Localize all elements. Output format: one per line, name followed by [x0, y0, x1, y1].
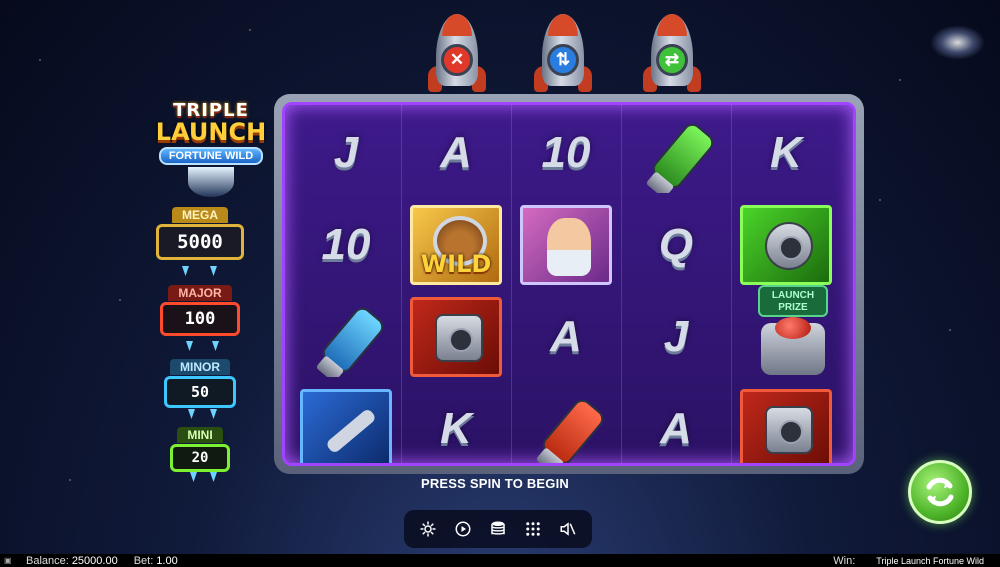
- wild-dog-astronaut-icon: WILD: [401, 199, 511, 291]
- bet-stack-icon[interactable]: [485, 516, 511, 542]
- rocket-flame-icon: [188, 167, 234, 197]
- spark-icon: [186, 341, 193, 351]
- jackpot-major-value: 100: [160, 302, 240, 336]
- reel-cell-letter: A: [440, 128, 472, 177]
- reel-cell-letter: Q: [658, 220, 694, 269]
- jackpot-mini-value: 20: [170, 444, 230, 472]
- jackpot-mini: MINI 20: [170, 426, 230, 472]
- spark-icon: [210, 472, 217, 482]
- spark-icon: [182, 266, 189, 276]
- game-logo: TRIPLE LAUNCH FORTUNE WILD: [152, 90, 270, 202]
- jackpot-mega-label: MEGA: [172, 207, 228, 223]
- red-button-icon: [761, 317, 825, 375]
- reel-cell-letter: 10: [321, 220, 371, 269]
- rocket-red-icon: ✕: [428, 14, 486, 94]
- bet-display: Bet: 1.00: [134, 555, 178, 567]
- jackpot-major: MAJOR 100: [160, 284, 240, 336]
- red-detonator-icon: [401, 291, 511, 383]
- sound-muted-icon[interactable]: [555, 516, 581, 542]
- spark-icon: [212, 341, 219, 351]
- reel-frame: J A 10 K 10 WILD Q A J K A LAUNCH PRIZE: [274, 94, 864, 474]
- cross-icon: ✕: [441, 44, 473, 76]
- blue-wrench-icon: [291, 383, 401, 463]
- settings-icon[interactable]: [415, 516, 441, 542]
- reel-cell-letter: 10: [541, 128, 591, 177]
- balance-label: Balance:: [26, 554, 69, 567]
- jackpot-mega-value: 5000: [156, 224, 244, 260]
- rocket-green-icon: ⇄: [643, 14, 701, 94]
- spark-icon: [188, 409, 195, 419]
- horizontal-arrows-icon: ⇄: [656, 44, 688, 76]
- reel-grid: J A 10 K 10 WILD Q A J K A LAUNCH PRIZE: [282, 102, 856, 466]
- bet-value: 1.00: [156, 554, 178, 567]
- jackpot-minor-value: 50: [164, 376, 236, 408]
- reel-cell-letter: K: [440, 404, 472, 453]
- reel-cell-letter: A: [660, 404, 692, 453]
- red-detonator-icon: [731, 383, 841, 463]
- blue-battery-icon: [291, 291, 401, 383]
- red-battery-icon: [511, 383, 621, 463]
- spin-prompt: PRESS SPIN TO BEGIN: [420, 476, 570, 491]
- provider-logo-icon: ▣: [4, 556, 12, 565]
- vertical-arrows-icon: ⇅: [547, 44, 579, 76]
- spin-button[interactable]: [908, 460, 972, 524]
- green-engine-icon: [731, 199, 841, 291]
- scientist-icon: [511, 199, 621, 291]
- launch-prize-label: LAUNCH PRIZE: [758, 285, 828, 317]
- rocket-blue-icon: ⇅: [534, 14, 592, 94]
- reel-cell-letter: J: [663, 312, 689, 361]
- bet-label: Bet:: [133, 554, 154, 567]
- balance-display: Balance: 25000.00: [26, 555, 118, 567]
- reel-cell-letter: A: [550, 312, 582, 361]
- jackpot-major-label: MAJOR: [168, 285, 232, 301]
- spark-icon: [210, 266, 217, 276]
- control-bar: [404, 510, 592, 548]
- win-label: Win:: [833, 554, 856, 567]
- game-title: Triple Launch Fortune Wild: [876, 555, 984, 566]
- spark-icon: [210, 409, 217, 419]
- reel-cell-letter: J: [333, 128, 359, 177]
- menu-grid-icon[interactable]: [520, 516, 546, 542]
- autoplay-icon[interactable]: [450, 516, 476, 542]
- reel-cell-letter: K: [770, 128, 802, 177]
- balance-value: 25000.00: [71, 554, 118, 567]
- refresh-arrows-icon: [926, 477, 954, 507]
- jackpot-minor: MINOR 50: [164, 358, 236, 408]
- launch-prize-symbol: LAUNCH PRIZE: [745, 285, 841, 385]
- spark-icon: [190, 472, 197, 482]
- logo-line-3: FORTUNE WILD: [158, 147, 264, 165]
- galaxy-decoration: [930, 25, 985, 60]
- logo-line-2: LAUNCH: [155, 118, 267, 146]
- jackpot-mini-label: MINI: [177, 427, 223, 443]
- jackpot-minor-label: MINOR: [170, 359, 230, 375]
- green-battery-icon: [621, 107, 731, 199]
- status-bar: ▣ Balance: 25000.00 Bet: 1.00 Win: Tripl…: [0, 554, 1000, 567]
- jackpot-mega: MEGA 5000: [156, 206, 244, 260]
